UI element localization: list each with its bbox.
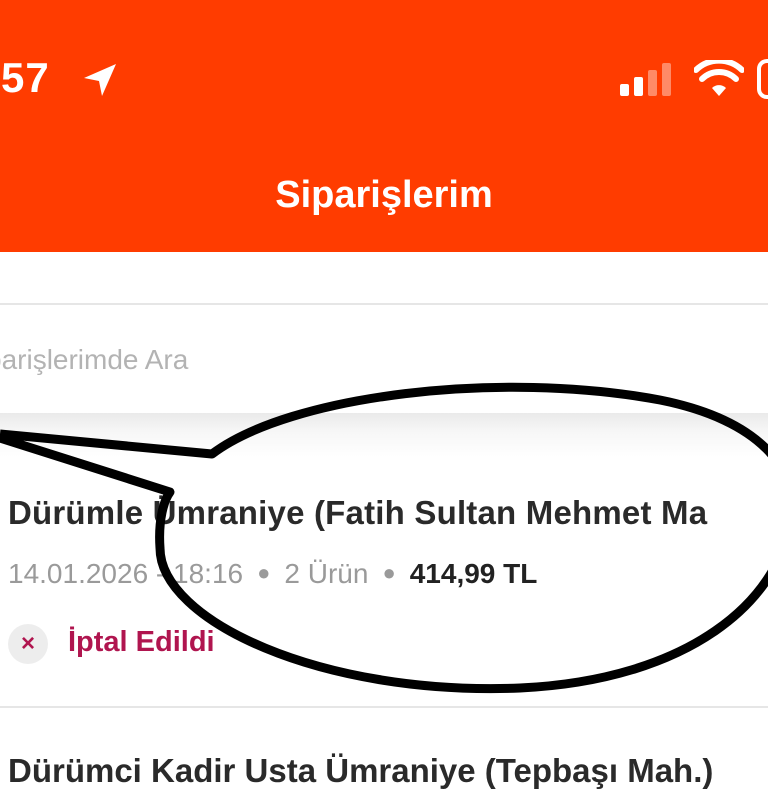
search-input[interactable]	[0, 338, 726, 382]
order-store-name: Dürümle Ümraniye (Fatih Sultan Mehmet Ma	[8, 494, 708, 531]
cancel-x-icon: ×	[8, 624, 48, 664]
divider	[0, 706, 768, 708]
cellular-signal-icon	[620, 63, 671, 96]
order-meta: 14.01.2026 - 18:16 ● 2 Ürün ● 414,99 TL	[8, 558, 537, 590]
status-time: :57	[0, 54, 50, 101]
battery-icon	[757, 59, 768, 99]
order-status: İptal Edildi	[68, 626, 215, 658]
separator-dot: ●	[257, 560, 271, 585]
page-title: Siparişlerim	[275, 174, 493, 216]
app-header: :57 Siparişlerim	[0, 0, 768, 252]
order-date: 14.01.2026 - 18:16	[8, 558, 244, 589]
order-item-count: 2 Ürün	[284, 558, 369, 589]
section-gap	[0, 413, 768, 457]
wifi-icon	[694, 60, 744, 96]
order-price: 414,99 TL	[409, 558, 538, 589]
order-store-name[interactable]: Dürümci Kadir Usta Ümraniye (Tepbaşı Mah…	[8, 752, 713, 790]
separator-dot: ●	[382, 560, 396, 585]
top-band	[0, 252, 768, 304]
location-arrow-icon	[84, 64, 116, 96]
